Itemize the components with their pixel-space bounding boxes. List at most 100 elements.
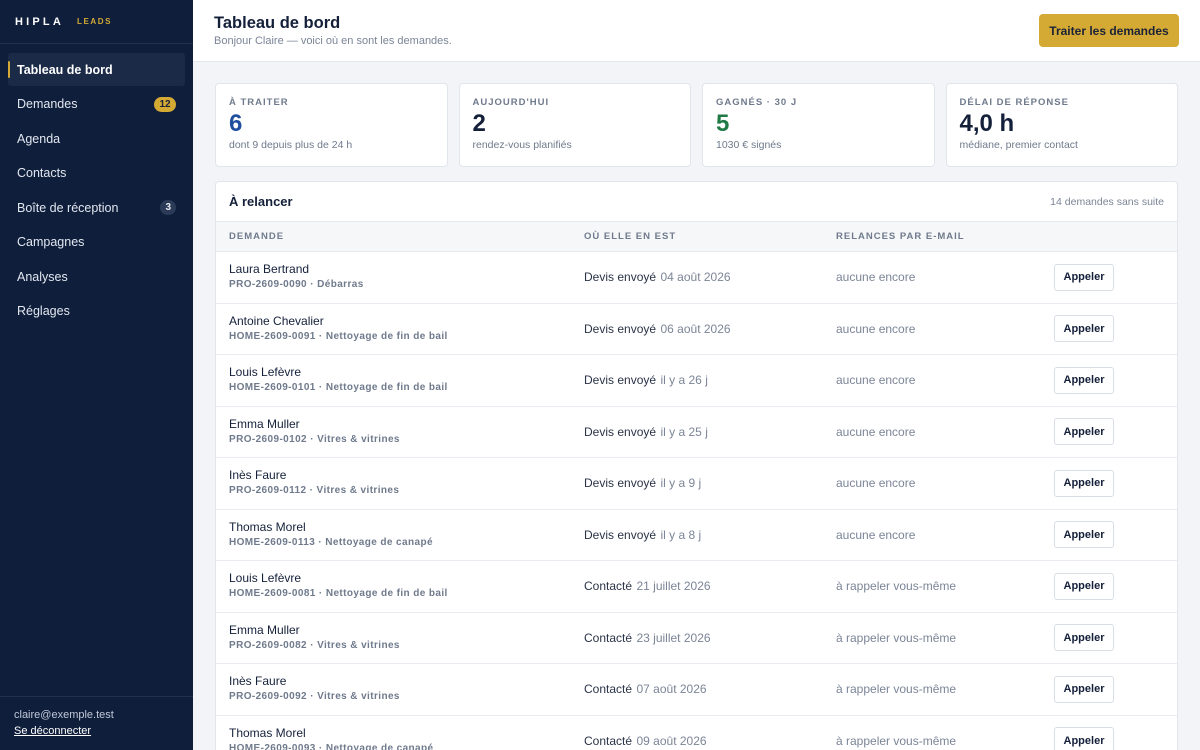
request-cell: Thomas Morel HOME-2609-0093 · Nettoyage …: [216, 726, 584, 750]
request-cell: Emma Muller PRO-2609-0082 · Vitres & vit…: [216, 623, 584, 653]
action-cell: Appeler: [1053, 418, 1177, 446]
email-followups: à rappeler vous-même: [836, 682, 957, 697]
sidebar-item-label: Contacts: [17, 166, 67, 180]
call-button[interactable]: Appeler: [1054, 572, 1114, 600]
status-cell: Devis envoyé 06 août 2026: [584, 320, 836, 338]
table-row[interactable]: Inès Faure PRO-2609-0092 · Vitres & vitr…: [216, 664, 1177, 716]
kpi-note: médiane, premier contact: [959, 139, 1078, 151]
kpi-note: 1030 € signés: [716, 139, 782, 151]
email-followups: aucune encore: [836, 527, 916, 542]
client-name: Inès Faure: [229, 674, 287, 689]
brand-logo: HIPLA: [15, 15, 64, 28]
call-button[interactable]: Appeler: [1054, 315, 1114, 343]
sidebar-item-reglages[interactable]: Réglages: [8, 295, 185, 328]
sidebar-item-demandes[interactable]: Demandes 12: [8, 88, 185, 121]
table-row[interactable]: Louis Lefèvre HOME-2609-0101 · Nettoyage…: [216, 355, 1177, 407]
status-date: 04 août 2026: [660, 270, 731, 285]
table-row[interactable]: Thomas Morel HOME-2609-0113 · Nettoyage …: [216, 510, 1177, 561]
sidebar-item-boite-de-reception[interactable]: Boîte de réception 3: [8, 191, 185, 224]
action-cell: Appeler: [1053, 263, 1177, 291]
request-ref: HOME-2609-0093 · Nettoyage de canapé: [229, 742, 434, 750]
action-cell: Appeler: [1053, 727, 1177, 750]
status-date: il y a 25 j: [660, 424, 708, 439]
status-cell: Devis envoyé il y a 26 j: [584, 371, 836, 389]
request-ref: PRO-2609-0082 · Vitres & vitrines: [229, 639, 400, 651]
sidebar-item-agenda[interactable]: Agenda: [8, 122, 185, 155]
sidebar-item-label: Analyses: [17, 269, 68, 284]
request-ref: HOME-2609-0101 · Nettoyage de fin de bai…: [229, 382, 448, 394]
request-cell: Thomas Morel HOME-2609-0113 · Nettoyage …: [216, 520, 584, 550]
kpi-card-a-traiter: À TRAITER 6 dont 9 depuis plus de 24 h: [215, 83, 448, 167]
call-button[interactable]: Appeler: [1054, 521, 1114, 549]
kpi-label: GAGNÉS · 30 J: [716, 97, 798, 108]
email-followups: à rappeler vous-même: [836, 630, 957, 645]
email-followups: aucune encore: [836, 270, 916, 285]
sidebar-item-analyses[interactable]: Analyses: [8, 260, 185, 293]
status-cell: Devis envoyé il y a 9 j: [584, 474, 836, 492]
status-cell: Devis envoyé il y a 8 j: [584, 526, 836, 544]
status-date: 06 août 2026: [660, 321, 731, 336]
client-name: Thomas Morel: [229, 519, 306, 534]
kpi-note: dont 9 depuis plus de 24 h: [229, 139, 353, 151]
status-cell: Contacté 23 juillet 2026: [584, 629, 836, 647]
sidebar-item-label: Demandes: [17, 97, 78, 111]
kpi-card-delai-reponse: DÉLAI DE RÉPONSE 4,0 h médiane, premier …: [945, 83, 1178, 167]
status-label: Devis envoyé: [584, 476, 657, 491]
call-button[interactable]: Appeler: [1054, 675, 1114, 703]
sidebar-item-campagnes[interactable]: Campagnes: [8, 226, 185, 259]
kpi-value: 2: [472, 110, 486, 137]
call-button[interactable]: Appeler: [1054, 624, 1114, 652]
client-name: Emma Muller: [229, 416, 300, 431]
status-cell: Contacté 21 juillet 2026: [584, 577, 836, 595]
sidebar-item-label: Boîte de réception: [17, 200, 119, 215]
status-date: il y a 9 j: [660, 476, 702, 491]
call-button[interactable]: Appeler: [1054, 366, 1114, 394]
action-cell: Appeler: [1053, 315, 1177, 343]
request-cell: Louis Lefèvre HOME-2609-0101 · Nettoyage…: [216, 365, 584, 395]
page-header: Tableau de bord Bonjour Claire — voici o…: [193, 0, 1200, 62]
client-name: Louis Lefèvre: [229, 365, 302, 380]
table-header: DEMANDE OÙ ELLE EN EST RELANCES PAR E-MA…: [216, 222, 1177, 252]
panel-title: À relancer: [229, 194, 293, 209]
status-label: Contacté: [584, 630, 633, 645]
table-row[interactable]: Antoine Chevalier HOME-2609-0091 · Netto…: [216, 304, 1177, 355]
status-label: Contacté: [584, 579, 633, 594]
email-followups: aucune encore: [836, 476, 916, 491]
status-label: Devis envoyé: [584, 373, 657, 388]
call-button[interactable]: Appeler: [1054, 418, 1114, 446]
email-followups: aucune encore: [836, 321, 916, 336]
follow-up-panel: À relancer 14 demandes sans suite DEMAND…: [215, 181, 1178, 750]
request-cell: Inès Faure PRO-2609-0092 · Vitres & vitr…: [216, 674, 584, 704]
brand[interactable]: HIPLA LEADS: [0, 0, 193, 44]
status-date: 07 août 2026: [636, 682, 707, 697]
status-label: Contacté: [584, 682, 633, 697]
call-button[interactable]: Appeler: [1054, 469, 1114, 497]
email-followups: aucune encore: [836, 373, 916, 388]
call-button[interactable]: Appeler: [1054, 727, 1114, 750]
request-ref: HOME-2609-0081 · Nettoyage de fin de bai…: [229, 588, 448, 600]
sidebar-item-tableau-de-bord[interactable]: Tableau de bord: [8, 53, 185, 86]
status-date: 23 juillet 2026: [636, 630, 711, 645]
kpi-value: 6: [229, 110, 243, 137]
status-cell: Devis envoyé il y a 25 j: [584, 423, 836, 441]
action-cell: Appeler: [1053, 521, 1177, 549]
table-row[interactable]: Laura Bertrand PRO-2609-0090 · Débarras …: [216, 252, 1177, 304]
process-requests-button[interactable]: Traiter les demandes: [1039, 14, 1179, 47]
logout-link[interactable]: Se déconnecter: [14, 725, 91, 737]
table-row[interactable]: Emma Muller PRO-2609-0082 · Vitres & vit…: [216, 613, 1177, 664]
table-row[interactable]: Louis Lefèvre HOME-2609-0081 · Nettoyage…: [216, 561, 1177, 613]
kpi-label: DÉLAI DE RÉPONSE: [959, 97, 1069, 108]
sidebar-item-contacts[interactable]: Contacts: [8, 157, 185, 190]
call-button[interactable]: Appeler: [1054, 263, 1114, 291]
action-cell: Appeler: [1053, 572, 1177, 600]
panel-header: À relancer 14 demandes sans suite: [216, 182, 1177, 222]
kpi-label: AUJOURD'HUI: [472, 97, 550, 108]
request-cell: Antoine Chevalier HOME-2609-0091 · Netto…: [216, 314, 584, 344]
action-cell: Appeler: [1053, 675, 1177, 703]
table-row[interactable]: Emma Muller PRO-2609-0102 · Vitres & vit…: [216, 407, 1177, 458]
table-row[interactable]: Inès Faure PRO-2609-0112 · Vitres & vitr…: [216, 458, 1177, 510]
client-name: Laura Bertrand: [229, 262, 310, 277]
table-row[interactable]: Thomas Morel HOME-2609-0093 · Nettoyage …: [216, 716, 1177, 750]
sidebar-item-label: Campagnes: [17, 235, 85, 249]
user-email: claire@exemple.test: [14, 709, 114, 721]
